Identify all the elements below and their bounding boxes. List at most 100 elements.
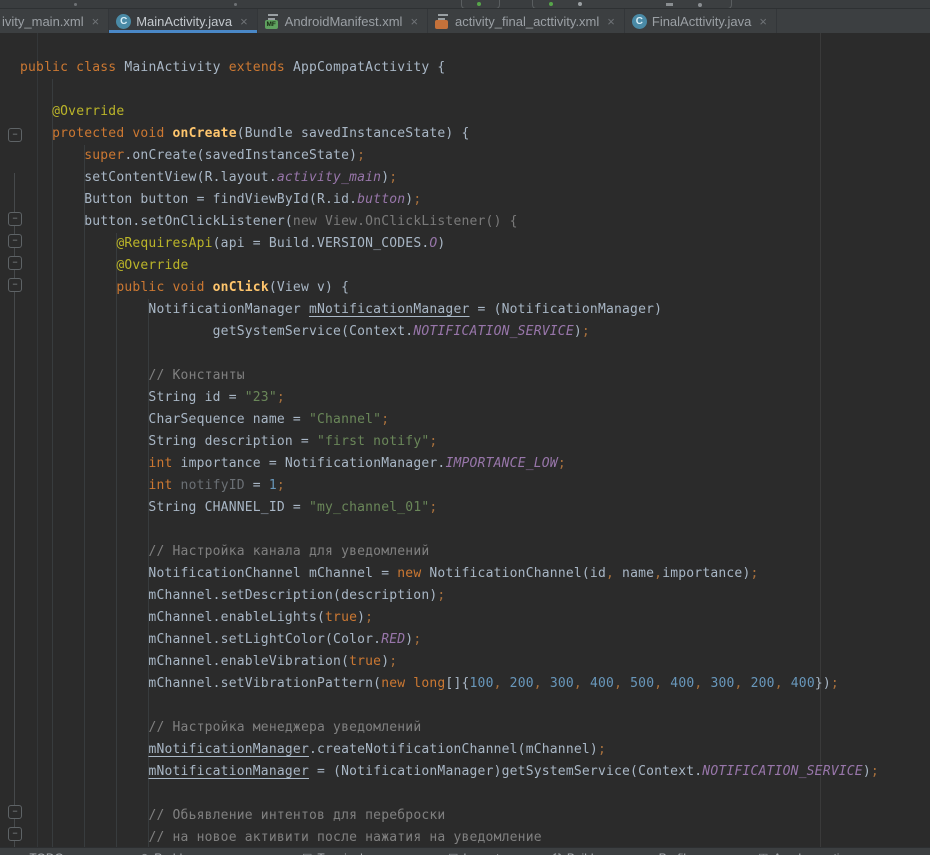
tool-window-button-profiler[interactable]: ◔Profiler [647, 851, 697, 855]
tab-mainactivity-java[interactable]: CMainActivity.java× [109, 9, 257, 33]
code-token: , [735, 676, 743, 691]
tool-window-button-app-inspection[interactable]: ◫App Inspection [758, 851, 853, 855]
code-token: new long [381, 676, 445, 691]
code-line[interactable]: setContentView(R.layout.activity_main); [0, 167, 930, 189]
code-line[interactable]: mNotificationManager.createNotificationC… [0, 739, 930, 761]
code-line[interactable]: int importance = NotificationManager.IMP… [0, 453, 930, 475]
code-line[interactable] [0, 519, 930, 541]
code-token: importance) [662, 566, 750, 581]
code-line[interactable] [0, 695, 930, 717]
code-line[interactable]: mNotificationManager = (NotificationMana… [0, 761, 930, 783]
tab-ivity-main-xml[interactable]: ivity_main.xml× [0, 9, 109, 33]
code-line[interactable]: // Настройка канала для уведомлений [0, 541, 930, 563]
code-token [20, 456, 148, 471]
code-line[interactable]: CharSequence name = "Channel"; [0, 409, 930, 431]
device-widget-sliver[interactable] [532, 0, 732, 9]
code-token [20, 808, 148, 823]
fold-marker-icon[interactable]: − [8, 278, 22, 292]
tool-window-label: Terminal [317, 851, 362, 855]
code-line[interactable]: public void onClick(View v) { [0, 277, 930, 299]
close-tab-icon[interactable]: × [92, 15, 100, 28]
code-line[interactable]: mChannel.enableVibration(true); [0, 651, 930, 673]
code-token: "23" [245, 390, 277, 405]
code-line[interactable]: String description = "first notify"; [0, 431, 930, 453]
close-tab-icon[interactable]: × [607, 15, 615, 28]
code-token: .onCreate(savedInstanceState) [124, 148, 357, 163]
tool-window-button-build[interactable]: ⚒Build [552, 851, 594, 855]
close-tab-icon[interactable]: × [240, 15, 248, 28]
code-line[interactable]: NotificationManager mNotificationManager… [0, 299, 930, 321]
code-line[interactable]: super.onCreate(savedInstanceState); [0, 145, 930, 167]
fold-marker-icon[interactable]: − [8, 212, 22, 226]
code-token: mNotificationManager [148, 742, 309, 757]
code-token: true [325, 610, 357, 625]
code-line[interactable]: // на новое активити после нажатия на ув… [0, 827, 930, 847]
code-token: public class [20, 60, 124, 75]
code-token: = [245, 478, 269, 493]
code-area[interactable]: public class MainActivity extends AppCom… [0, 57, 930, 847]
tool-window-button-terminal[interactable]: ▣Terminal [302, 851, 363, 855]
fold-marker-icon[interactable]: − [8, 128, 22, 142]
code-token: mNotificationManager [148, 764, 309, 779]
code-token: String CHANNEL_ID = [20, 500, 309, 515]
code-line[interactable]: mChannel.setDescription(description); [0, 585, 930, 607]
code-token: String description = [20, 434, 317, 449]
tab-activity-final-acttivity-xml[interactable]: activity_final_acttivity.xml× [428, 9, 625, 33]
run-icon[interactable] [477, 2, 481, 6]
code-line[interactable] [0, 343, 930, 365]
code-token: NotificationChannel(id [421, 566, 606, 581]
code-token: []{ [445, 676, 469, 691]
code-line[interactable]: getSystemService(Context.NOTIFICATION_SE… [0, 321, 930, 343]
toolbar-mark [666, 3, 673, 6]
code-token: importance = NotificationManager. [173, 456, 446, 471]
tool-window-button-problems[interactable]: ⊕Problems [140, 851, 205, 855]
code-token: "my_channel_01" [309, 500, 429, 515]
fold-marker-icon[interactable]: − [8, 827, 22, 841]
code-line[interactable]: @RequiresApi(api = Build.VERSION_CODES.O… [0, 233, 930, 255]
code-line[interactable]: mChannel.setVibrationPattern(new long[]{… [0, 673, 930, 695]
code-line[interactable]: String CHANNEL_ID = "my_channel_01"; [0, 497, 930, 519]
code-line[interactable]: String id = "23"; [0, 387, 930, 409]
code-editor[interactable]: public class MainActivity extends AppCom… [0, 33, 930, 847]
code-token: mChannel.enableLights( [20, 610, 325, 625]
fold-marker-icon[interactable]: − [8, 234, 22, 248]
code-token: 400 [590, 676, 614, 691]
code-token: @RequiresApi [116, 236, 212, 251]
code-line[interactable]: @Override [0, 255, 930, 277]
toolbar-mark [698, 3, 702, 7]
code-line[interactable]: @Override [0, 101, 930, 123]
code-line[interactable]: // Обьявление интентов для переброски [0, 805, 930, 827]
code-token: new [397, 566, 421, 581]
code-token: CharSequence name = [20, 412, 309, 427]
code-line[interactable]: protected void onCreate(Bundle savedInst… [0, 123, 930, 145]
code-line[interactable]: Button button = findViewById(R.id.button… [0, 189, 930, 211]
code-token: ; [389, 654, 397, 669]
code-token: 400 [791, 676, 815, 691]
java-class-icon: C [116, 14, 131, 29]
code-token: ; [277, 478, 285, 493]
tool-window-button-logcat[interactable]: ▤Logcat [448, 851, 499, 855]
code-line[interactable]: // Настройка менеджера уведомлений [0, 717, 930, 739]
toolbar-dot [234, 3, 237, 6]
tool-window-label: App Inspection [773, 851, 852, 855]
code-line[interactable] [0, 783, 930, 805]
tab-label: AndroidManifest.xml [285, 14, 403, 29]
code-line[interactable]: mChannel.setLightColor(Color.RED); [0, 629, 930, 651]
code-line[interactable]: public class MainActivity extends AppCom… [0, 57, 930, 79]
tab-finalacttivity-java[interactable]: CFinalActtivity.java× [625, 9, 777, 33]
close-tab-icon[interactable]: × [410, 15, 418, 28]
code-line[interactable]: button.setOnClickListener(new View.OnCli… [0, 211, 930, 233]
fold-marker-icon[interactable]: − [8, 256, 22, 270]
code-token: String id = [20, 390, 245, 405]
code-line[interactable]: // Константы [0, 365, 930, 387]
code-line[interactable] [0, 79, 930, 101]
tool-window-button-todo[interactable]: ≡TODO [18, 851, 64, 855]
code-token [20, 368, 148, 383]
code-token [20, 720, 148, 735]
code-line[interactable]: int notifyID = 1; [0, 475, 930, 497]
tab-androidmanifest-xml[interactable]: MFAndroidManifest.xml× [258, 9, 428, 33]
code-line[interactable]: NotificationChannel mChannel = new Notif… [0, 563, 930, 585]
code-line[interactable]: mChannel.enableLights(true); [0, 607, 930, 629]
close-tab-icon[interactable]: × [759, 15, 767, 28]
fold-marker-icon[interactable]: − [8, 805, 22, 819]
